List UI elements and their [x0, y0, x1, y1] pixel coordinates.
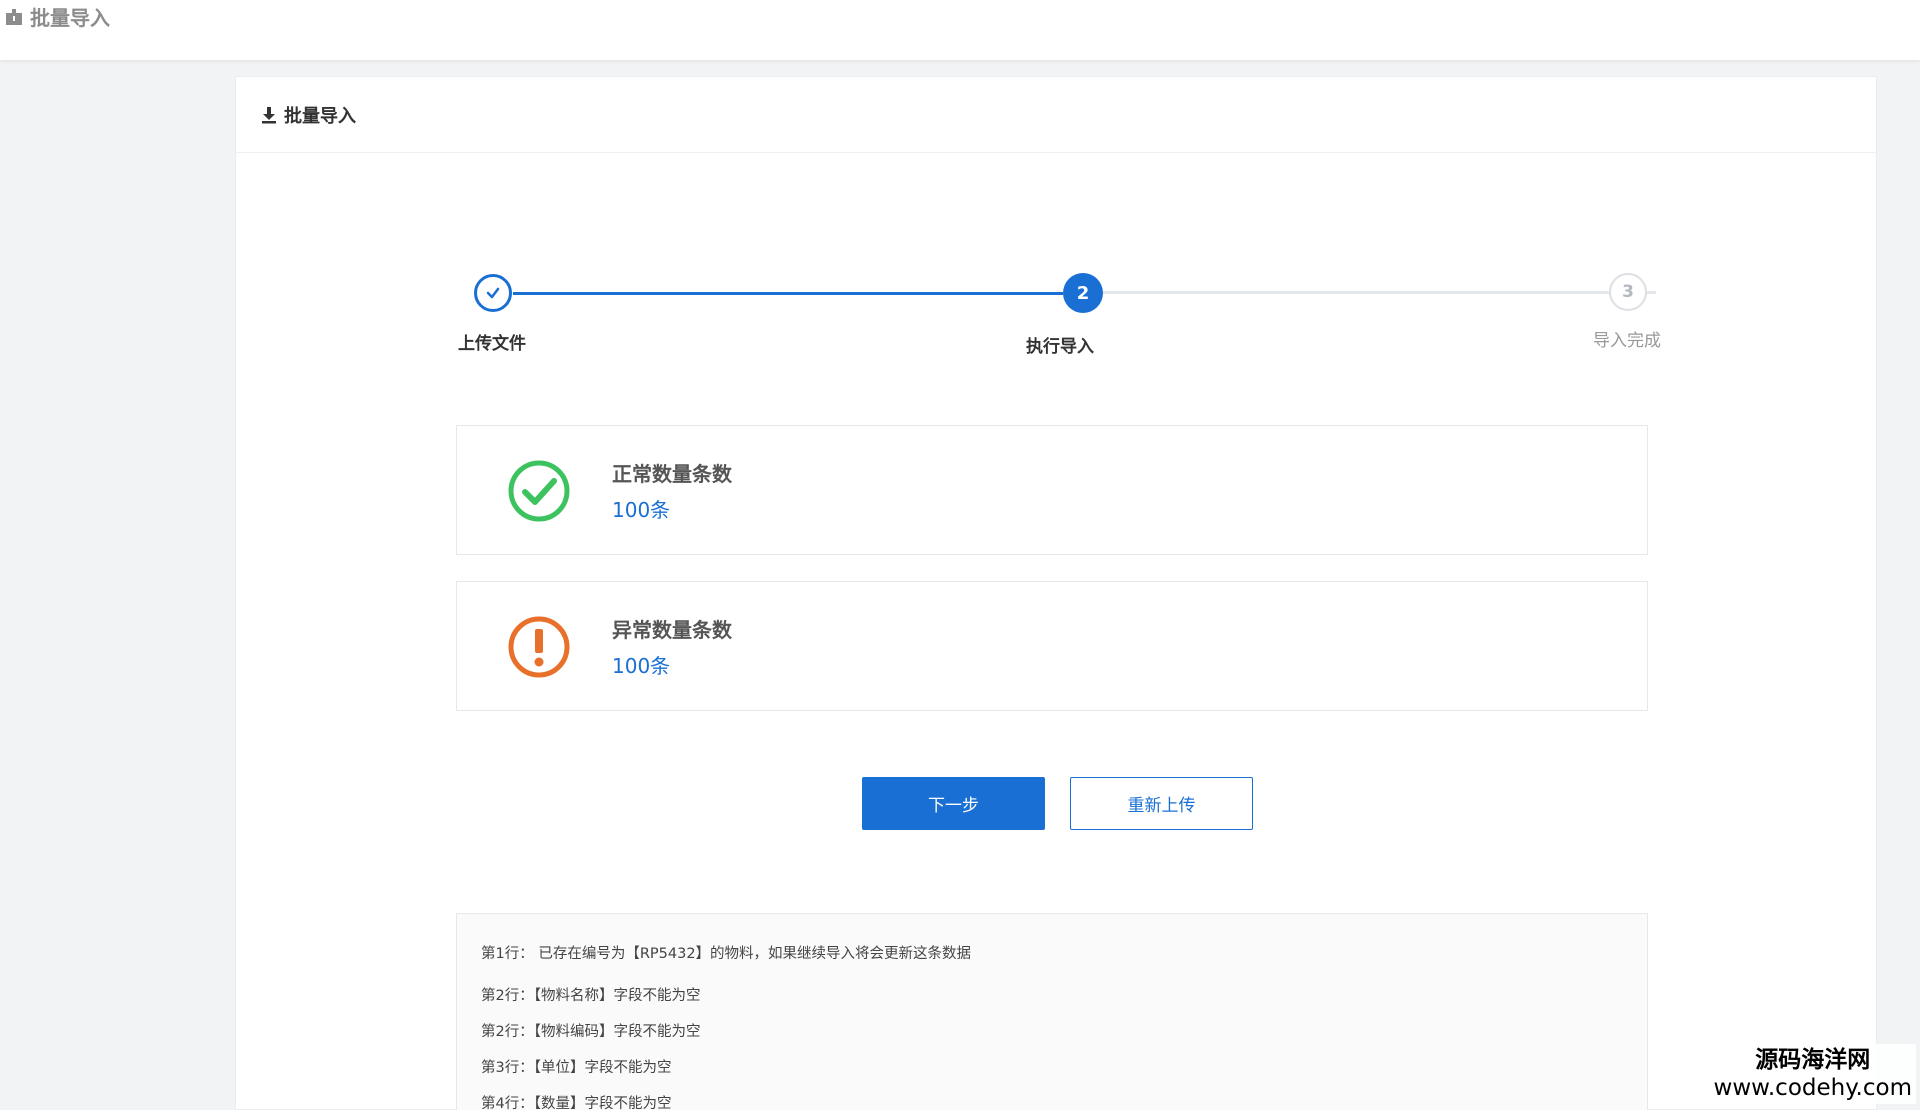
- log-item: 第2行：【物料编码】字段不能为空: [481, 1024, 701, 1040]
- app-title-text: 批量导入: [30, 6, 110, 30]
- step-line-completed: [513, 292, 1063, 295]
- watermark-line-2: www.codehy.com: [1713, 1075, 1912, 1101]
- watermark-line-1: 源码海洋网: [1755, 1047, 1871, 1073]
- normal-count-title: 正常数量条数: [612, 462, 732, 486]
- step-line-pending: [1102, 291, 1656, 294]
- step-2-circle: 2: [1063, 273, 1103, 313]
- normal-count-value: 100条: [612, 498, 671, 522]
- log-item: 第1行： 已存在编号为【RP5432】的物料，如果继续导入将会更新这条数据: [481, 946, 972, 962]
- normal-count-box: 正常数量条数 100条: [456, 425, 1648, 555]
- check-icon: [486, 287, 500, 299]
- watermark: 源码海洋网 www.codehy.com: [1709, 1044, 1916, 1104]
- abnormal-count-title: 异常数量条数: [612, 618, 732, 642]
- top-bar: 批量导入: [0, 0, 1920, 60]
- check-circle-icon: [508, 460, 570, 522]
- abnormal-count-value: 100条: [612, 654, 671, 678]
- step-3-label: 导入完成: [1593, 331, 1661, 351]
- import-box-icon: [6, 8, 22, 25]
- step-3-circle: 3: [1609, 273, 1647, 311]
- next-step-button[interactable]: 下一步: [862, 777, 1045, 830]
- app-title: 批量导入: [4, 2, 110, 31]
- log-item: 第4行：【数量】字段不能为空: [481, 1096, 672, 1110]
- reupload-button[interactable]: 重新上传: [1070, 777, 1253, 830]
- step-1-label: 上传文件: [458, 334, 526, 354]
- log-item: 第3行：【单位】字段不能为空: [481, 1060, 672, 1076]
- steps-progress: 2 3 上传文件 执行导入 导入完成: [236, 77, 1876, 377]
- log-item: 第2行：【物料名称】字段不能为空: [481, 988, 701, 1004]
- step-2-label: 执行导入: [1026, 337, 1094, 357]
- abnormal-count-box: 异常数量条数 100条: [456, 581, 1648, 711]
- error-log: 第1行： 已存在编号为【RP5432】的物料，如果继续导入将会更新这条数据 第2…: [456, 913, 1648, 1110]
- import-card: 批量导入 2 3 上传文件 执行导入 导入完成 正常数量条数 100条 异常数量…: [235, 76, 1877, 1110]
- exclamation-circle-icon: [508, 616, 570, 678]
- step-1-circle: [474, 274, 512, 312]
